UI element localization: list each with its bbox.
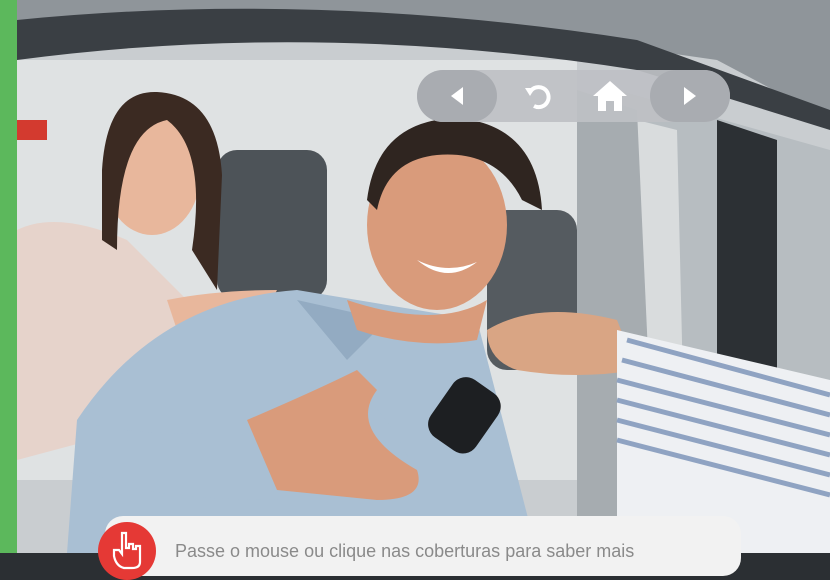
hint-text: Passe o mouse ou clique nas coberturas p…: [175, 541, 635, 561]
pointing-hand-icon: [112, 531, 142, 570]
home-button[interactable]: [579, 70, 641, 122]
next-button[interactable]: [650, 70, 730, 122]
navigation-toolbar: [417, 70, 730, 122]
arrow-right-icon: [684, 87, 696, 105]
undo-icon: [525, 85, 551, 110]
arrow-left-icon: [451, 87, 463, 105]
left-accent-bar: [0, 0, 17, 553]
hint-badge: [98, 522, 156, 580]
undo-button[interactable]: [507, 70, 569, 122]
previous-button[interactable]: [417, 70, 497, 122]
home-icon: [593, 81, 627, 111]
